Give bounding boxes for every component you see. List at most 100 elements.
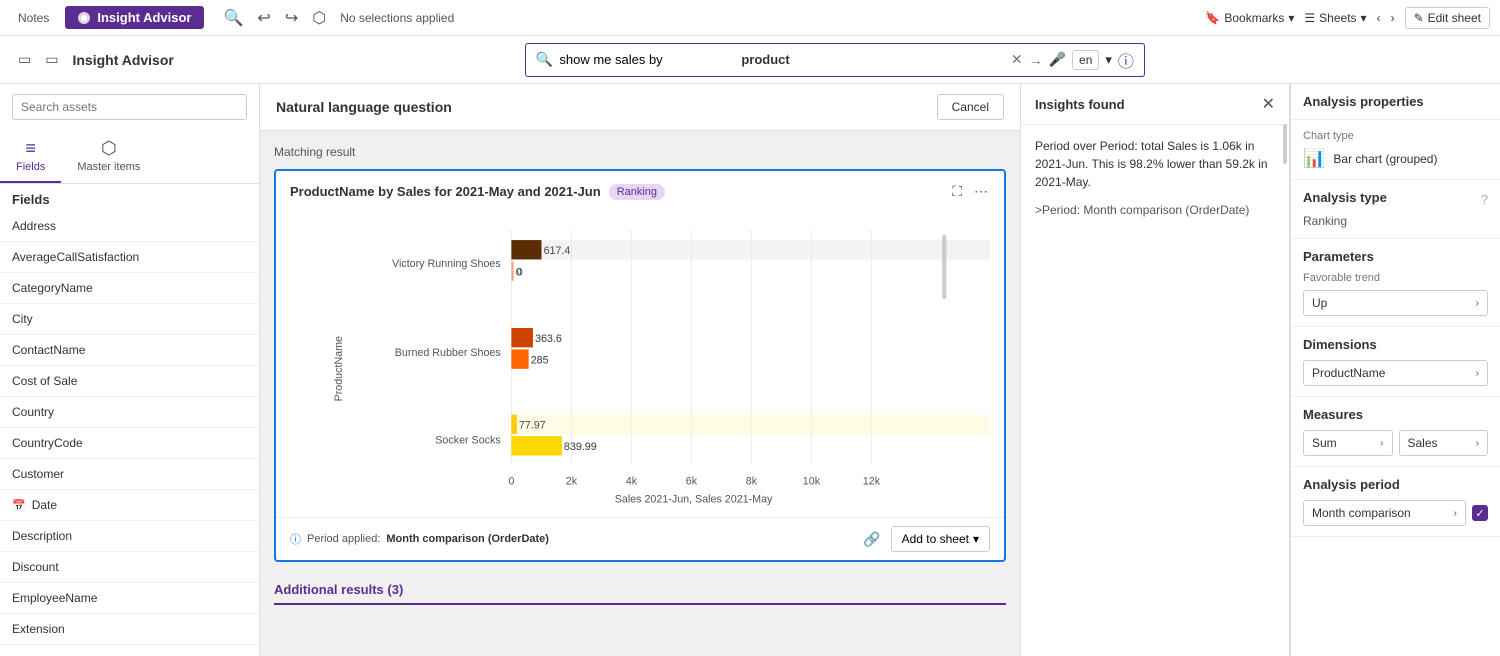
- field-list: Address AverageCallSatisfaction CategoryNa…: [0, 211, 259, 656]
- bar-ss-may-2: [511, 415, 516, 434]
- field-item-employeename[interactable]: EmployeeName: [0, 583, 259, 614]
- secondbar: ▭ ▭ Insight Advisor 🔍 product ✕ → 🎤 en ▾…: [0, 36, 1500, 84]
- x-tick-1: 2k: [566, 475, 578, 487]
- period-applied-value[interactable]: Month comparison (OrderDate): [386, 533, 549, 545]
- bar-bg-1: [511, 240, 990, 259]
- prev-sheet-button[interactable]: ‹: [1377, 11, 1381, 25]
- y-label-3: Socker Socks: [435, 435, 500, 447]
- field-item-label: AverageCallSatisfaction: [12, 250, 139, 264]
- selections-button[interactable]: ⬡: [308, 6, 330, 30]
- field-item-address[interactable]: Address: [0, 211, 259, 242]
- field-item-extension[interactable]: Extension: [0, 614, 259, 645]
- field-item-countrycode[interactable]: CountryCode: [0, 428, 259, 459]
- toggle-right-panel-button[interactable]: ▭: [41, 47, 62, 72]
- field-item-label: Country: [12, 405, 54, 419]
- undo-button[interactable]: ↩: [253, 6, 274, 30]
- sheets-label: Sheets: [1319, 11, 1356, 25]
- field-item-label: CategoryName: [12, 281, 93, 295]
- search-voice-button[interactable]: 🎤: [1049, 51, 1066, 68]
- field-item-description[interactable]: Description: [0, 521, 259, 552]
- search-info-icon[interactable]: ⓘ: [1118, 48, 1134, 72]
- analysis-period-dropdown[interactable]: Month comparison ›: [1303, 500, 1466, 526]
- content-header: Natural language question Cancel: [260, 84, 1020, 131]
- field-item-label: CountryCode: [12, 436, 83, 450]
- measures-section: Measures Sum › Sales ›: [1291, 397, 1500, 467]
- edit-sheet-button[interactable]: ✎ Edit sheet: [1405, 7, 1490, 29]
- search-submit-button[interactable]: →: [1029, 52, 1043, 68]
- toolbar-icons: 🔍 ↩ ↪ ⬡ No selections applied: [220, 6, 455, 30]
- measure-sales-chip[interactable]: Sales ›: [1399, 430, 1489, 456]
- analysis-panel: Analysis properties Chart type 📊 Bar cha…: [1290, 84, 1500, 656]
- favorable-trend-label: Favorable trend: [1303, 272, 1488, 284]
- expand-chart-button[interactable]: ⛶: [950, 181, 964, 202]
- field-item-date[interactable]: 📅 Date: [0, 490, 259, 521]
- content-area: Natural language question Cancel Matchin…: [260, 84, 1020, 656]
- sheets-button[interactable]: ☰ Sheets ▾: [1304, 11, 1366, 25]
- measure-sum-chip[interactable]: Sum ›: [1303, 430, 1393, 456]
- favorable-trend-chevron: ›: [1476, 298, 1479, 309]
- field-item-cost-of-sale[interactable]: Cost of Sale: [0, 366, 259, 397]
- toggle-left-panel-button[interactable]: ▭: [14, 47, 35, 72]
- insights-close-button[interactable]: ✕: [1262, 94, 1275, 114]
- dimension-value: ProductName: [1312, 366, 1385, 380]
- y-label-1: Victory Running Shoes: [392, 258, 501, 270]
- favorable-trend-dropdown[interactable]: Up ›: [1303, 290, 1488, 316]
- field-item-averagecallsatisfaction[interactable]: AverageCallSatisfaction: [0, 242, 259, 273]
- insights-scrollbar[interactable]: [1283, 124, 1287, 164]
- field-item-city[interactable]: City: [0, 304, 259, 335]
- chart-link-button[interactable]: 🔗: [861, 529, 882, 550]
- next-sheet-button[interactable]: ›: [1391, 11, 1395, 25]
- chart-title: ProductName by Sales for 2021-May and 20…: [290, 184, 665, 200]
- sidebar-nav-fields[interactable]: ≡ Fields: [0, 130, 61, 183]
- dimensions-label: Dimensions: [1303, 337, 1488, 352]
- parameters-label: Parameters: [1303, 249, 1488, 264]
- sidebar-nav-master-items[interactable]: ⬡ Master items: [61, 130, 156, 183]
- lang-selector[interactable]: en: [1072, 50, 1099, 70]
- analysis-period-checkbox[interactable]: [1472, 505, 1488, 521]
- field-item-country[interactable]: Country: [0, 397, 259, 428]
- analysis-period-value: Month comparison: [1312, 506, 1411, 520]
- search-toggle-button[interactable]: 🔍: [220, 6, 248, 30]
- measure-sales-value: Sales: [1408, 436, 1438, 450]
- notes-button[interactable]: Notes: [10, 7, 57, 29]
- field-item-label: Date: [32, 498, 57, 512]
- analysis-period-chevron: ›: [1454, 508, 1457, 519]
- chart-type-label-text: Chart type: [1303, 130, 1354, 142]
- field-item-label: Description: [12, 529, 72, 543]
- field-item-contactname[interactable]: ContactName: [0, 335, 259, 366]
- measure-row: Sum › Sales ›: [1303, 430, 1488, 456]
- field-item-categoryname[interactable]: CategoryName: [0, 273, 259, 304]
- master-items-icon: ⬡: [101, 138, 117, 159]
- search-input[interactable]: [559, 52, 735, 67]
- bar-brs-may-2: [511, 328, 532, 347]
- insight-advisor-button[interactable]: Insight Advisor: [65, 6, 203, 29]
- dimension-chip[interactable]: ProductName ›: [1303, 360, 1488, 386]
- sidebar-fields-label: Fields: [16, 161, 45, 173]
- search-clear-button[interactable]: ✕: [1011, 51, 1023, 68]
- bookmarks-button[interactable]: 🔖 Bookmarks ▾: [1205, 11, 1294, 25]
- redo-button[interactable]: ↪: [281, 6, 302, 30]
- more-options-button[interactable]: ⋯: [972, 181, 990, 202]
- bar-brs-may-val-2: 363.6: [535, 333, 562, 345]
- field-item-discount[interactable]: Discount: [0, 552, 259, 583]
- analysis-period-section: Analysis period Month comparison ›: [1291, 467, 1500, 537]
- matching-result-label: Matching result: [274, 145, 1006, 159]
- search-assets-input[interactable]: [12, 94, 247, 120]
- field-item-label: Extension: [12, 622, 65, 636]
- insights-header: Insights found ✕: [1021, 84, 1289, 125]
- add-to-sheet-button[interactable]: Add to sheet ▾: [891, 526, 990, 552]
- dimensions-section: Dimensions ProductName ›: [1291, 327, 1500, 397]
- cancel-button[interactable]: Cancel: [937, 94, 1004, 120]
- panel-toggle-icons: ▭ ▭: [14, 47, 62, 72]
- calendar-icon: 📅: [12, 499, 26, 512]
- y-axis-title: ProductName: [333, 336, 345, 401]
- analysis-type-help-icon[interactable]: ?: [1481, 192, 1488, 207]
- insights-period-text[interactable]: >Period: Month comparison (OrderDate): [1035, 201, 1275, 219]
- bar-bg-2: [511, 415, 990, 434]
- x-tick-4: 8k: [746, 475, 758, 487]
- field-item-customer[interactable]: Customer: [0, 459, 259, 490]
- additional-results-label[interactable]: Additional results (3): [274, 576, 403, 605]
- measure-sales-chevron: ›: [1476, 438, 1479, 449]
- chart-type-section: Chart type 📊 Bar chart (grouped): [1291, 120, 1500, 180]
- measure-sum-chevron: ›: [1380, 438, 1383, 449]
